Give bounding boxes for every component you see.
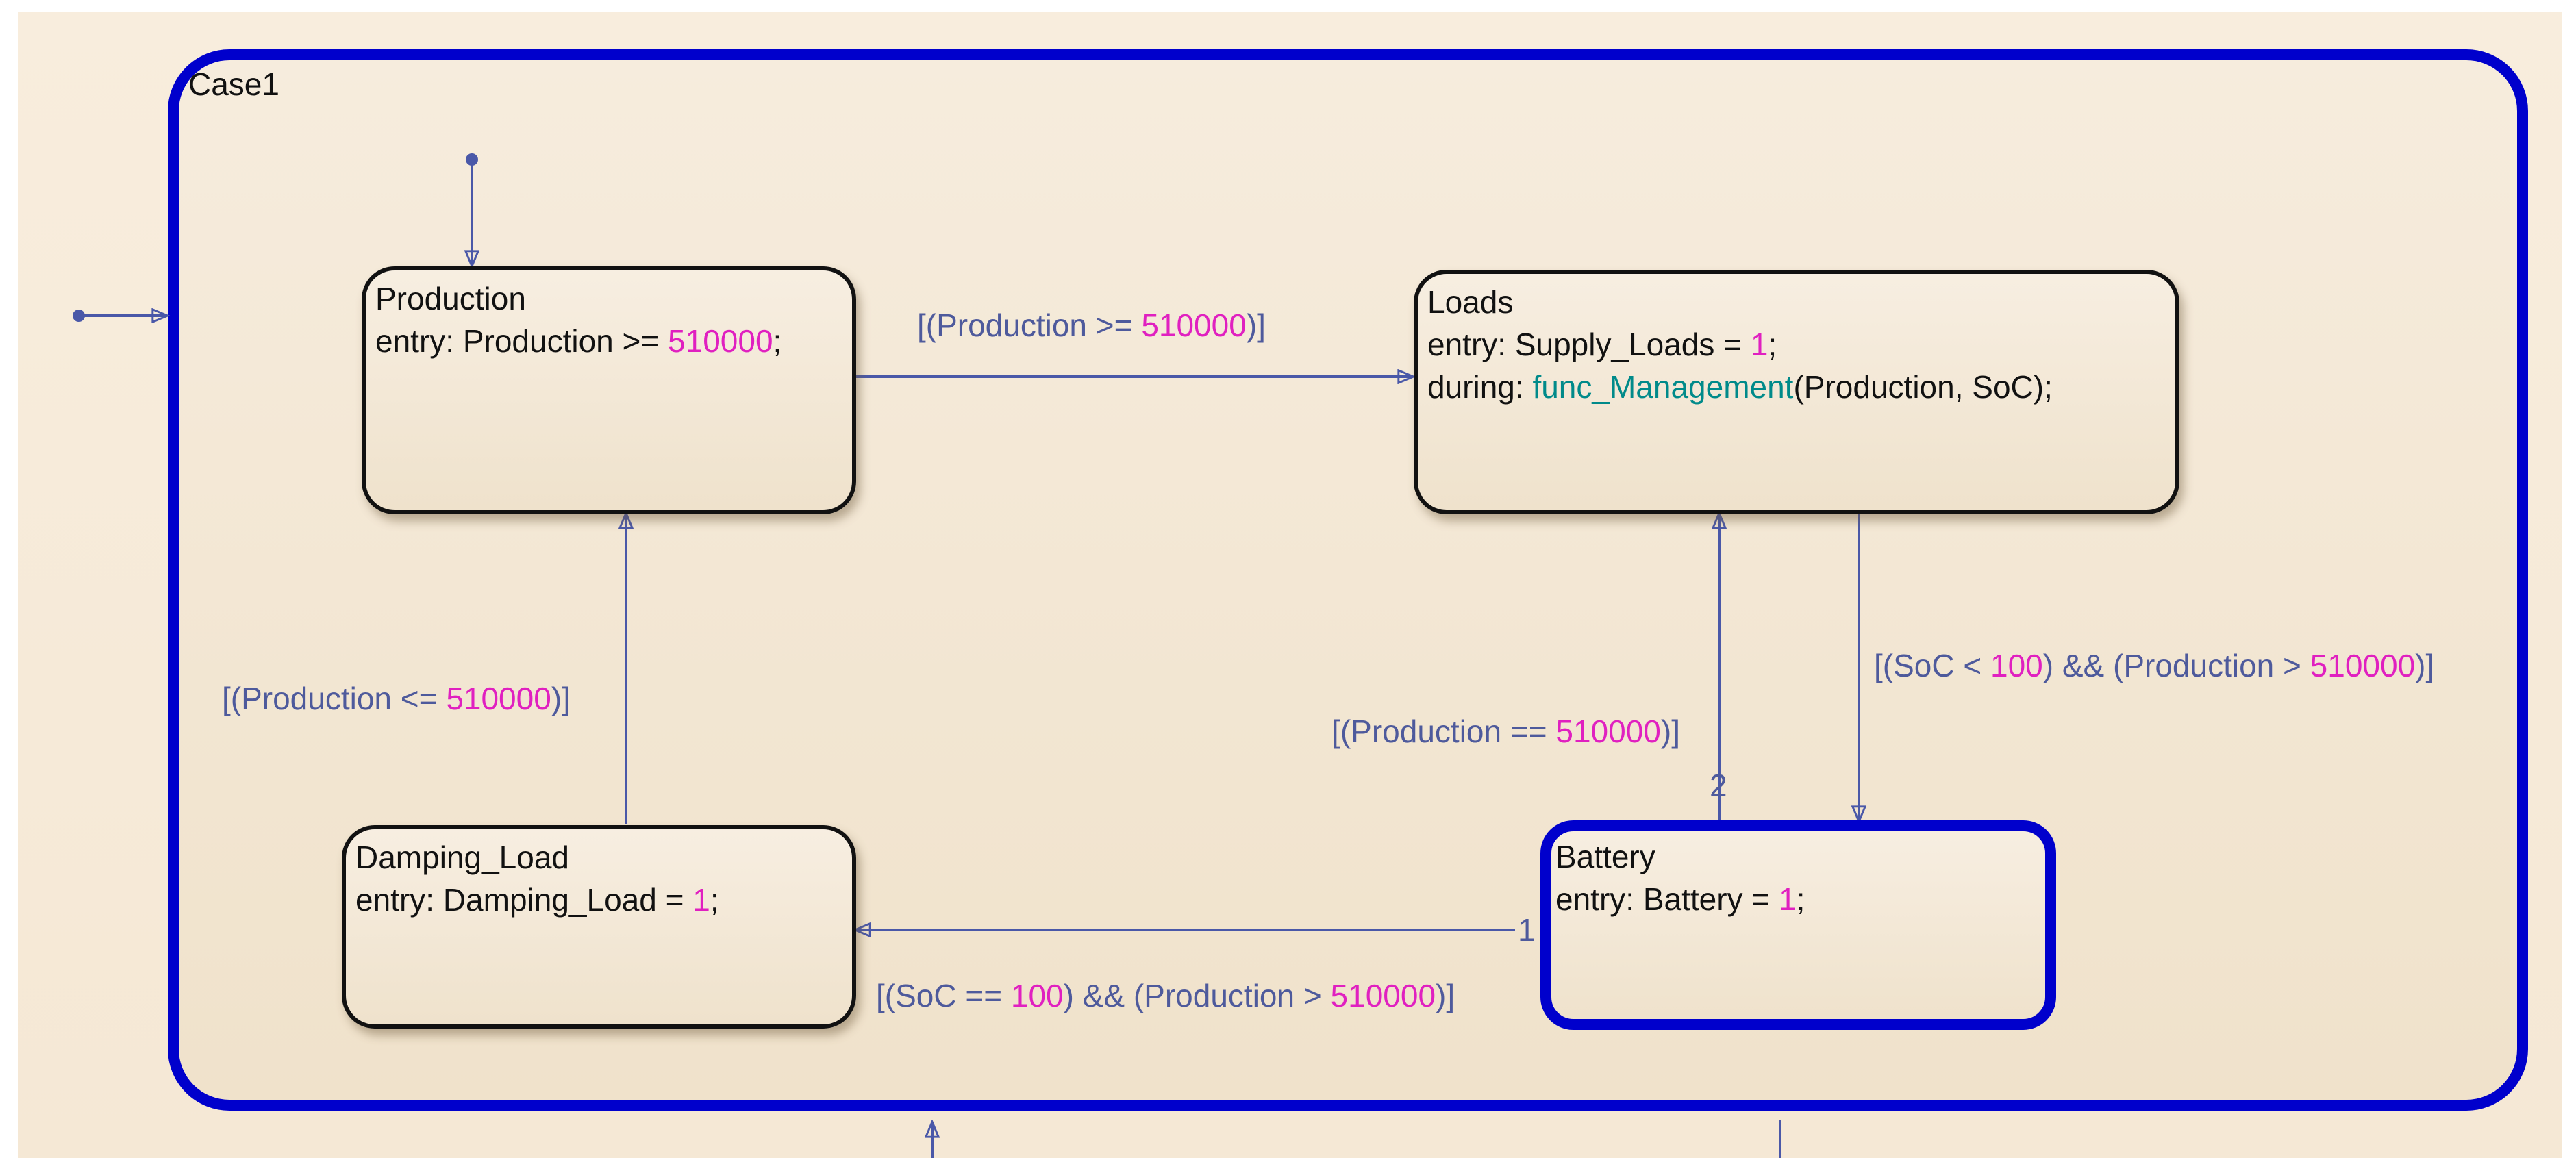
label-battery-to-damping[interactable]: [(SoC == 100) && (Production > 510000)] xyxy=(876,976,1455,1015)
state-name: Loads xyxy=(1427,284,1514,320)
label-production-to-loads[interactable]: [(Production >= 510000)] xyxy=(917,306,1266,344)
state-name: Production xyxy=(375,281,526,316)
state-battery-active[interactable]: Battery entry: Battery = 1; xyxy=(1540,820,2056,1030)
entry-action: entry: Battery = 1; xyxy=(1555,881,1805,917)
label-battery-to-loads[interactable]: [(Production == 510000)] xyxy=(1331,712,1680,751)
label-loads-to-battery[interactable]: [(SoC < 100) && (Production > 510000)] xyxy=(1874,646,2434,685)
during-action: during: func_Management(Production, SoC)… xyxy=(1427,369,2053,405)
entry-action: entry: Damping_Load = 1; xyxy=(355,882,719,918)
entry-action: entry: Production >= 510000; xyxy=(375,323,782,359)
execution-order-2: 2 xyxy=(1710,768,1727,803)
execution-order-1: 1 xyxy=(1518,912,1536,948)
state-name: Damping_Load xyxy=(355,840,570,875)
state-name: Battery xyxy=(1555,839,1655,874)
state-damping-load[interactable]: Damping_Load entry: Damping_Load = 1; xyxy=(342,825,856,1029)
entry-action: entry: Supply_Loads = 1; xyxy=(1427,327,1777,362)
label-damping-to-production[interactable]: [(Production <= 510000)] xyxy=(222,679,571,718)
state-loads[interactable]: Loads entry: Supply_Loads = 1; during: f… xyxy=(1414,270,2179,514)
state-production[interactable]: Production entry: Production >= 510000; xyxy=(362,266,856,514)
